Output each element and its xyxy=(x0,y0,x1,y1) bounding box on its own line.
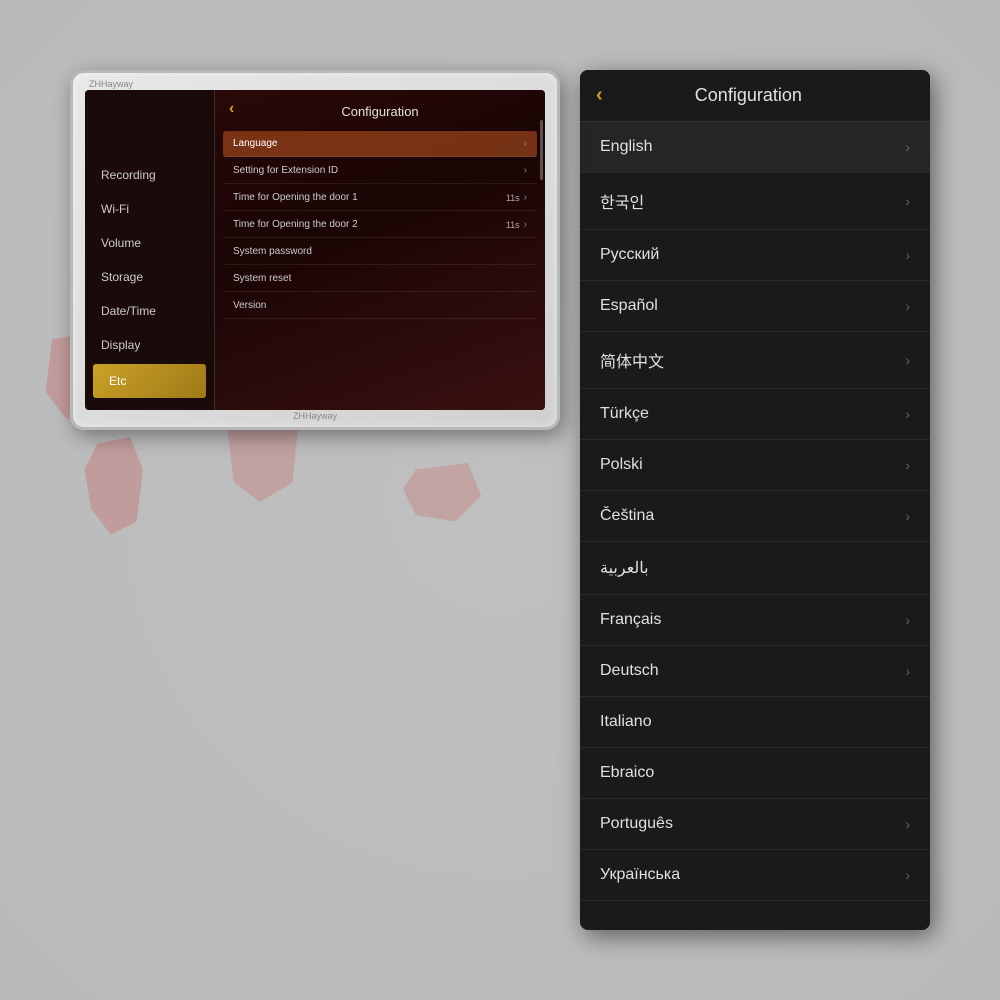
lang-item-arabic[interactable]: بالعربية xyxy=(580,542,930,595)
sidebar-item-etc[interactable]: Etc xyxy=(93,364,206,398)
menu-arrow-0: › xyxy=(524,138,527,149)
lang-item-polish[interactable]: Polski › xyxy=(580,440,930,491)
sidebar-item-volume[interactable]: Volume xyxy=(85,226,214,260)
device-menu-list: Language › Setting for Extension ID › Ti… xyxy=(223,131,537,319)
sidebar-item-storage[interactable]: Storage xyxy=(85,260,214,294)
lang-arrow-13: › xyxy=(905,816,910,832)
lang-arrow-9: › xyxy=(905,612,910,628)
lang-item-italian[interactable]: Italiano xyxy=(580,697,930,748)
main-content: ZHHayway Recording Wi-Fi Volume Storage xyxy=(0,40,1000,960)
device-screen: Recording Wi-Fi Volume Storage Date/Time xyxy=(85,90,545,410)
right-panel-title: Configuration xyxy=(613,85,884,106)
lang-arrow-10: › xyxy=(905,663,910,679)
lang-arrow-5: › xyxy=(905,406,910,422)
device-sidebar: Recording Wi-Fi Volume Storage Date/Time xyxy=(85,90,215,410)
language-list: English › 한국인 › Русский › Español › 简体中文… xyxy=(580,122,930,901)
device-main: ‹ Configuration Language › Setting for E… xyxy=(215,90,545,410)
sidebar-item-datetime[interactable]: Date/Time xyxy=(85,294,214,328)
lang-item-chinese[interactable]: 简体中文 › xyxy=(580,332,930,389)
lang-item-hebrew[interactable]: Ebraico xyxy=(580,748,930,799)
menu-arrow-2: › xyxy=(524,192,527,203)
lang-item-ukrainian[interactable]: Українська › xyxy=(580,850,930,901)
device-watermark-top: ZHHayway xyxy=(89,79,133,89)
menu-item-extension-id[interactable]: Setting for Extension ID › xyxy=(223,158,537,184)
lang-arrow-0: › xyxy=(905,139,910,155)
lang-arrow-1: › xyxy=(905,193,910,209)
menu-arrow-3: › xyxy=(524,219,527,230)
device-tablet: ZHHayway Recording Wi-Fi Volume Storage xyxy=(70,70,560,430)
lang-arrow-2: › xyxy=(905,247,910,263)
menu-item-version[interactable]: Version xyxy=(223,293,537,319)
lang-arrow-3: › xyxy=(905,298,910,314)
menu-item-door2[interactable]: Time for Opening the door 2 11s › xyxy=(223,212,537,238)
menu-item-reset[interactable]: System reset xyxy=(223,266,537,292)
lang-item-french[interactable]: Français › xyxy=(580,595,930,646)
lang-arrow-4: › xyxy=(905,352,910,368)
lang-item-portuguese[interactable]: Português › xyxy=(580,799,930,850)
menu-item-password[interactable]: System password xyxy=(223,239,537,265)
right-panel-header: ‹ Configuration xyxy=(580,70,930,122)
device-back-button[interactable]: ‹ xyxy=(223,98,240,120)
sidebar-item-display[interactable]: Display xyxy=(85,328,214,362)
lang-item-russian[interactable]: Русский › xyxy=(580,230,930,281)
lang-item-korean[interactable]: 한국인 › xyxy=(580,173,930,230)
lang-arrow-14: › xyxy=(905,867,910,883)
menu-arrow-1: › xyxy=(524,165,527,176)
right-panel: ‹ Configuration English › 한국인 › Русский … xyxy=(580,70,930,930)
device-watermark-bottom: ZHHayway xyxy=(293,411,337,421)
device-configuration-title: Configuration xyxy=(223,98,537,127)
menu-item-language[interactable]: Language › xyxy=(223,131,537,157)
lang-item-czech[interactable]: Čeština › xyxy=(580,491,930,542)
lang-item-turkish[interactable]: Türkçe › xyxy=(580,389,930,440)
sidebar-item-wifi[interactable]: Wi-Fi xyxy=(85,192,214,226)
device-scrollbar[interactable] xyxy=(540,120,543,180)
sidebar-item-recording[interactable]: Recording xyxy=(85,158,214,192)
lang-item-english[interactable]: English › xyxy=(580,122,930,173)
lang-arrow-6: › xyxy=(905,457,910,473)
lang-item-german[interactable]: Deutsch › xyxy=(580,646,930,697)
right-panel-back-button[interactable]: ‹ xyxy=(596,84,603,107)
lang-item-spanish[interactable]: Español › xyxy=(580,281,930,332)
lang-arrow-7: › xyxy=(905,508,910,524)
menu-item-door1[interactable]: Time for Opening the door 1 11s › xyxy=(223,185,537,211)
device-sidebar-items: Recording Wi-Fi Volume Storage Date/Time xyxy=(85,158,214,400)
